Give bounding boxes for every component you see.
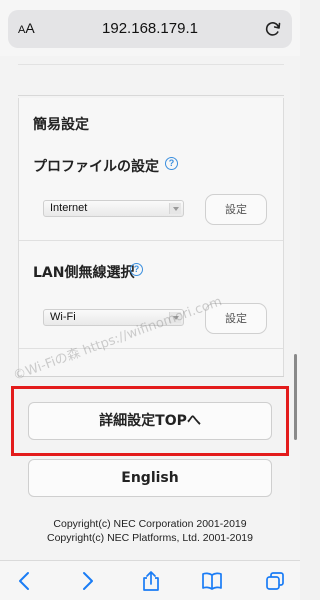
address-bar[interactable]: AA 192.168.179.1 [8,10,292,48]
chevron-down-icon [169,203,181,214]
divider [18,95,284,96]
help-icon[interactable]: ? [165,157,178,170]
english-button[interactable]: English [28,459,272,497]
share-icon[interactable] [140,570,162,592]
reload-icon[interactable] [263,19,283,39]
profile-select-value: Internet [50,202,88,214]
url-text[interactable]: 192.168.179.1 [8,20,292,37]
profile-select[interactable]: Internet [43,200,184,217]
tabs-icon[interactable] [264,570,286,592]
copyright-line-2: Copyright(c) NEC Platforms, Ltd. 2001-20… [46,532,253,544]
scroll-indicator[interactable] [294,354,297,440]
forward-icon[interactable] [76,570,98,592]
divider [18,64,284,65]
bookmarks-icon[interactable] [201,570,223,592]
divider [18,376,284,377]
profile-setting-label: プロファイルの設定 [33,159,159,175]
section-title: 簡易設定 [33,117,89,133]
divider [19,240,283,241]
back-icon[interactable] [14,570,36,592]
profile-set-button[interactable]: 設定 [205,194,267,225]
copyright-line-1: Copyright(c) NEC Corporation 2001-2019 [53,518,247,530]
lan-wireless-label: LAN側無線選択 [33,265,135,281]
lan-select-value: Wi-Fi [50,311,76,323]
page-content: 簡易設定 プロファイルの設定 ? Internet 設定 LAN側無線選択 ? … [0,56,300,560]
browser-address-area: AA 192.168.179.1 [0,0,300,56]
browser-toolbar [0,560,300,600]
detail-settings-top-button[interactable]: 詳細設定TOPへ [28,402,272,440]
help-icon[interactable]: ? [130,263,143,276]
